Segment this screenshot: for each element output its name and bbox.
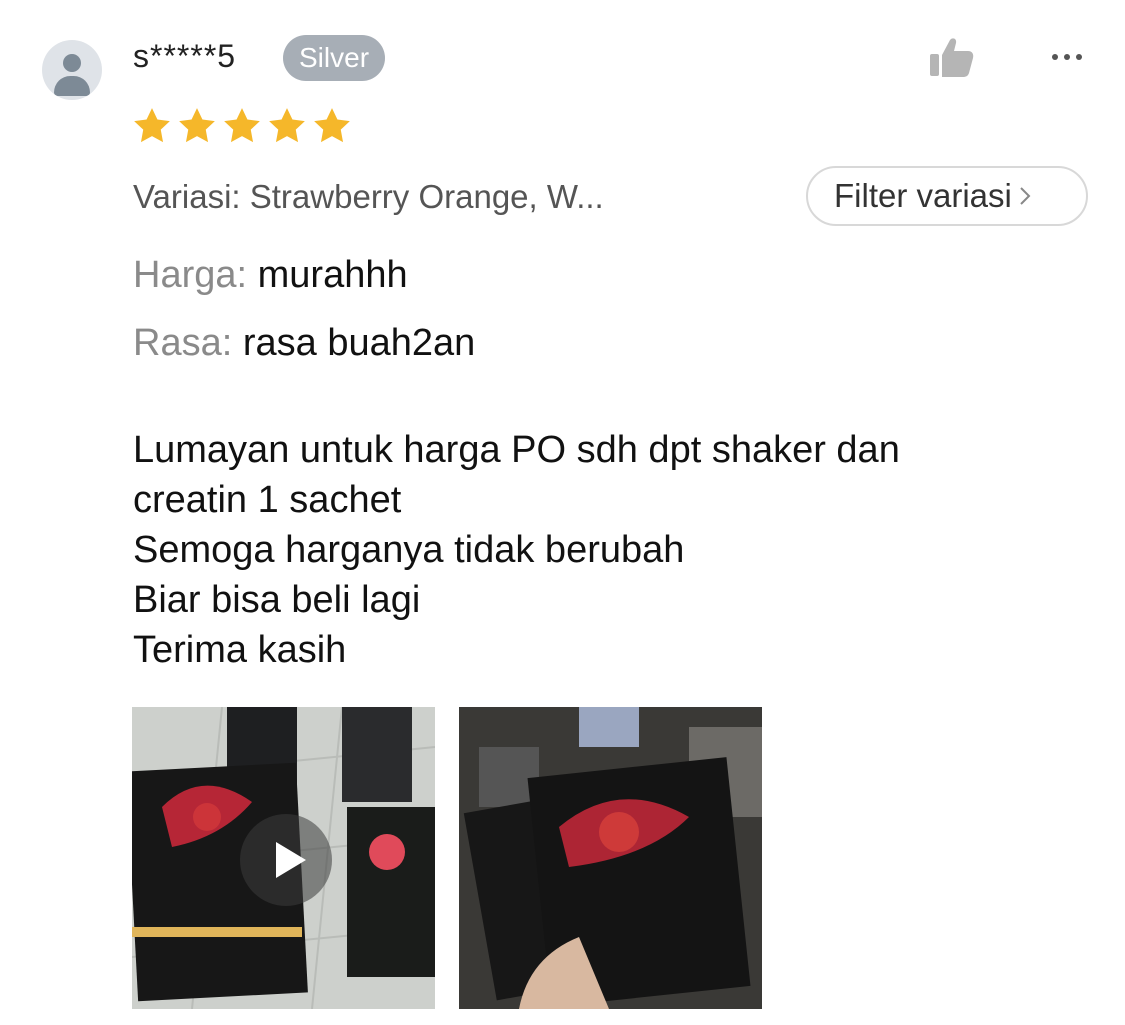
attribute-value: rasa buah2an [242, 322, 476, 364]
attribute-price: Harga: murahhh [133, 254, 408, 297]
attribute-taste: Rasa: rasa buah2an [133, 322, 475, 365]
status-badge: Silver [283, 35, 386, 81]
filter-variation-button[interactable]: Filter variasi [806, 166, 1088, 226]
avatar[interactable] [42, 40, 102, 100]
star-icon [314, 108, 350, 143]
star-icon [179, 108, 215, 143]
filter-variation-label: Filter variasi [834, 177, 1012, 214]
review-photo-thumbnail[interactable] [459, 707, 762, 1009]
comment-line: Biar bisa beli lagi [133, 579, 421, 621]
star-icon [224, 108, 260, 143]
chevron-right-icon [1020, 187, 1031, 205]
rating-stars [131, 105, 353, 147]
attribute-key: Harga: [133, 254, 248, 296]
comment-line: Semoga harganya tidak berubah [133, 529, 685, 571]
username: s*****5 [133, 38, 237, 74]
play-button[interactable] [240, 814, 332, 906]
user-icon [63, 54, 81, 72]
product-photo [459, 707, 762, 1009]
star-icon [269, 108, 305, 143]
comment-line: Terima kasih [133, 629, 347, 671]
thumbs-up-icon[interactable] [928, 36, 974, 78]
review-comment: Lumayan untuk harga PO sdh dpt shaker da… [133, 425, 1093, 675]
variation-text: Variasi: Strawberry Orange, W... [133, 178, 604, 215]
review-video-thumbnail[interactable] [132, 707, 435, 1009]
comment-line: creatin 1 sachet [133, 479, 402, 521]
attribute-value: murahhh [257, 254, 408, 296]
play-icon [276, 842, 306, 878]
star-icon [134, 108, 170, 143]
attribute-key: Rasa: [133, 322, 233, 364]
more-options-icon[interactable] [1050, 46, 1084, 68]
comment-line: Lumayan untuk harga PO sdh dpt shaker da… [133, 429, 900, 471]
